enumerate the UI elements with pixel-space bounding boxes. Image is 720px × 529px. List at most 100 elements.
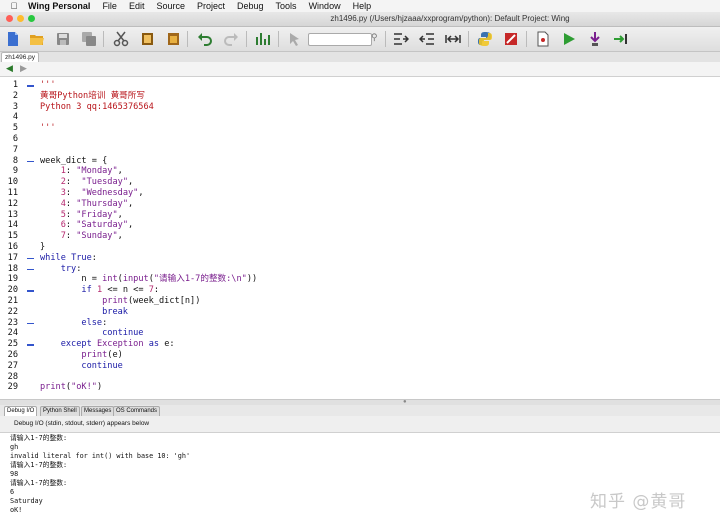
step-into-button[interactable] xyxy=(586,30,604,48)
paste-button[interactable] xyxy=(164,30,182,48)
menu-source[interactable]: Source xyxy=(150,0,191,12)
fold-marker-icon[interactable] xyxy=(27,257,34,260)
fold-marker-icon[interactable] xyxy=(27,344,34,346)
menu-help[interactable]: Help xyxy=(347,0,378,12)
line-number: 3 xyxy=(12,101,18,112)
code-line[interactable]: 15 7: "Sunday", xyxy=(0,231,720,242)
fold-marker-icon[interactable] xyxy=(27,85,34,87)
line-number: 18 xyxy=(7,263,18,274)
open-file-button[interactable] xyxy=(28,30,46,48)
step-over-icon xyxy=(614,34,627,44)
code-line[interactable]: 28 xyxy=(0,372,720,383)
code-line[interactable]: 25 except Exception as e: xyxy=(0,339,720,350)
output-line: 6 xyxy=(10,488,15,496)
back-arrow-icon[interactable]: ◀ xyxy=(6,63,13,74)
line-number: 23 xyxy=(7,317,18,328)
line-number: 20 xyxy=(7,285,18,296)
step-over-button[interactable] xyxy=(612,30,630,48)
code-line[interactable]: 11 3: "Wednesday", xyxy=(0,188,720,199)
search-input[interactable] xyxy=(308,33,372,46)
code-line[interactable]: 5 ''' xyxy=(0,123,720,134)
menu-app-name[interactable]: Wing Personal xyxy=(22,0,96,12)
editor-nav-bar: ◀ ▶ xyxy=(0,62,720,77)
code-line[interactable]: 17 while True: xyxy=(0,253,720,264)
menu-file[interactable]: File xyxy=(96,0,123,12)
play-icon xyxy=(564,33,575,45)
line-number: 14 xyxy=(7,220,18,231)
copy-icon xyxy=(142,33,153,45)
code-line[interactable]: 18 try: xyxy=(0,264,720,275)
new-document-button[interactable] xyxy=(534,30,552,48)
line-number: 4 xyxy=(12,112,18,123)
code-line[interactable]: 24 continue xyxy=(0,328,720,339)
code-line[interactable]: 8 week_dict = { xyxy=(0,156,720,167)
code-text: 6: "Saturday", xyxy=(60,220,134,231)
menu-window[interactable]: Window xyxy=(303,0,347,12)
fold-marker-icon[interactable] xyxy=(27,322,34,325)
new-file-button[interactable] xyxy=(4,30,22,48)
scissors-icon xyxy=(113,31,129,47)
indent-guides-button[interactable] xyxy=(254,30,272,48)
code-text: try: xyxy=(60,263,82,274)
indent-button[interactable] xyxy=(392,30,410,48)
line-number: 16 xyxy=(7,242,18,252)
code-line[interactable]: 9 1: "Monday", xyxy=(0,166,720,177)
debug-output[interactable]: 请输入1-7的整数: gh invalid literal for int() wi… xyxy=(0,433,720,529)
swap-button[interactable] xyxy=(444,30,462,48)
menu-tools[interactable]: Tools xyxy=(270,0,303,12)
python-shell-button[interactable] xyxy=(476,30,494,48)
debug-settings-button[interactable] xyxy=(502,30,520,48)
redo-button[interactable] xyxy=(222,30,240,48)
menu-debug[interactable]: Debug xyxy=(231,0,270,12)
swap-icon xyxy=(445,35,461,43)
apple-icon[interactable]:  xyxy=(6,0,22,12)
code-text: break xyxy=(102,306,128,317)
code-line[interactable]: 16} xyxy=(0,242,720,253)
cut-button[interactable] xyxy=(112,30,130,48)
fold-marker-icon[interactable] xyxy=(27,160,34,163)
code-line[interactable]: 23 else: xyxy=(0,318,720,329)
document-icon xyxy=(537,31,549,47)
fold-marker-icon[interactable] xyxy=(27,290,34,292)
code-line[interactable]: 14 6: "Saturday", xyxy=(0,220,720,231)
code-editor[interactable]: 1 ''' 2 黄哥Python培训 黄哥所写 3 Python 3 qq:1465376… xyxy=(0,77,720,399)
indent-icon xyxy=(394,33,409,45)
save-all-button[interactable] xyxy=(80,30,98,48)
code-line[interactable]: 6 xyxy=(0,134,720,145)
forward-arrow-icon[interactable]: ▶ xyxy=(20,63,27,74)
code-line[interactable]: 27 continue xyxy=(0,361,720,372)
code-line[interactable]: 3 Python 3 qq:1465376564 xyxy=(0,102,720,113)
line-number: 17 xyxy=(7,252,18,263)
outdent-button[interactable] xyxy=(418,30,436,48)
editor-file-tab[interactable]: zh1496.py xyxy=(1,52,39,62)
code-text: continue xyxy=(102,328,144,339)
line-number: 8 xyxy=(12,155,18,166)
goto-definition-button[interactable] xyxy=(286,30,304,48)
code-line[interactable]: 13 5: "Friday", xyxy=(0,210,720,221)
save-button[interactable] xyxy=(54,30,72,48)
code-line[interactable]: 12 4: "Thursday", xyxy=(0,199,720,210)
code-line[interactable]: 1 ''' xyxy=(0,80,720,91)
code-line[interactable]: 21 print(week_dict[n]) xyxy=(0,296,720,307)
code-line[interactable]: 7 xyxy=(0,145,720,156)
fold-marker-icon[interactable] xyxy=(27,268,34,271)
code-line[interactable]: 20 if 1 <= n <= 7: xyxy=(0,285,720,296)
line-number: 13 xyxy=(7,209,18,220)
code-line[interactable]: 29 print("oK!") xyxy=(0,382,720,393)
code-line[interactable]: 2 黄哥Python培训 黄哥所写 xyxy=(0,91,720,102)
watermark: 知乎 @黄哥 xyxy=(590,492,687,512)
line-number: 24 xyxy=(7,328,18,339)
menu-edit[interactable]: Edit xyxy=(123,0,151,12)
code-line[interactable]: 4 xyxy=(0,112,720,123)
code-line[interactable]: 10 2: "Tuesday", xyxy=(0,177,720,188)
run-button[interactable] xyxy=(560,30,578,48)
line-number: 19 xyxy=(7,274,18,285)
code-line[interactable]: 22 break xyxy=(0,307,720,318)
menu-project[interactable]: Project xyxy=(191,0,231,12)
code-line[interactable]: 26 print(e) xyxy=(0,350,720,361)
code-text: n = int(input("请输入1-7的整数:\n")) xyxy=(40,274,258,285)
code-line[interactable]: 19 n = int(input("请输入1-7的整数:\n")) xyxy=(0,274,720,285)
copy-button[interactable] xyxy=(138,30,156,48)
undo-button[interactable] xyxy=(196,30,214,48)
step-into-icon xyxy=(590,32,600,46)
